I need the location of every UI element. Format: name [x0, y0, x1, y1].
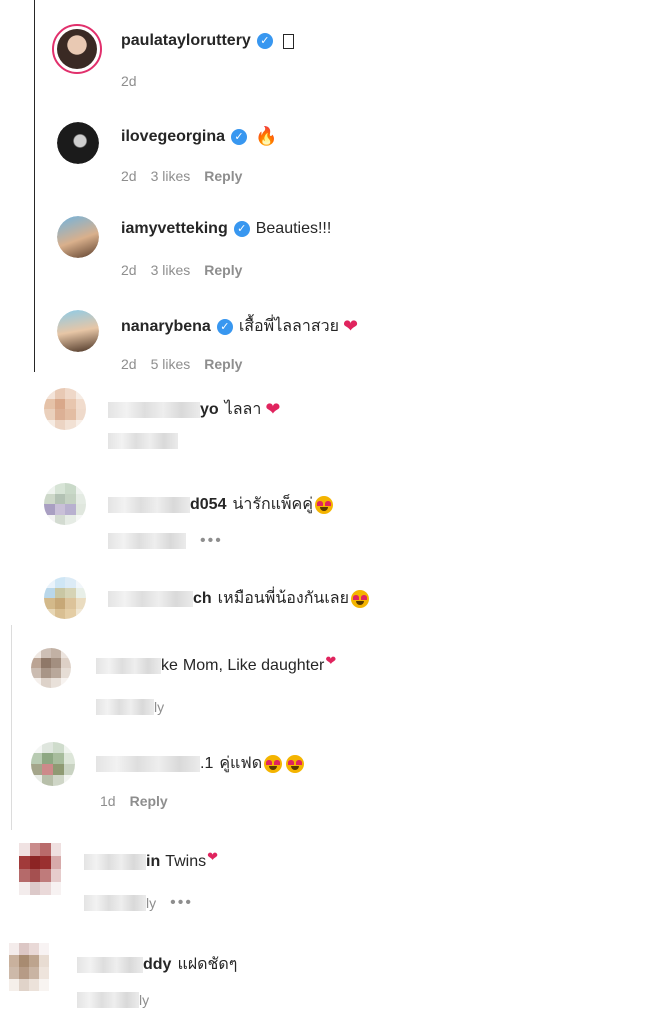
comment-text: Twins — [165, 853, 207, 870]
thread-line — [34, 0, 35, 372]
reply-button[interactable]: Reply — [204, 168, 242, 184]
missing-glyph-icon — [282, 33, 294, 49]
avatar[interactable] — [44, 483, 86, 525]
comment-time: 1d — [100, 793, 116, 809]
comment-username[interactable]: .1 — [200, 755, 213, 773]
reply-button[interactable]: Reply — [204, 262, 242, 278]
avatar[interactable] — [57, 122, 99, 164]
comment-time: 2d — [121, 168, 137, 184]
comment-username[interactable]: ddy — [143, 956, 171, 974]
reply-button[interactable]: Reply — [204, 356, 242, 372]
comment-username[interactable]: ke — [161, 657, 178, 675]
comment-username[interactable]: ilovegeorgina — [121, 128, 225, 146]
comment-text: Mom, Like daughter — [182, 657, 325, 674]
heart-eyes-emoji — [286, 754, 305, 773]
comment-time: 2d — [121, 262, 137, 278]
comment-text: Beauties!!! — [255, 220, 332, 237]
comment-username[interactable]: yo — [200, 401, 219, 419]
comment-time: 2d — [121, 73, 137, 89]
blurred-username — [77, 956, 143, 973]
avatar[interactable] — [31, 648, 71, 688]
red-heart-emoji: ❤ — [265, 399, 281, 419]
verified-badge-icon: ✓ — [233, 221, 250, 237]
blurred-username — [96, 658, 161, 674]
reply-fragment[interactable]: ly — [154, 699, 164, 715]
heart-eyes-emoji — [350, 589, 369, 608]
comment-text: แฝดชัดๆ — [177, 956, 238, 973]
red-heart-emoji: ❤ — [207, 849, 219, 864]
blurred-meta — [108, 433, 178, 449]
red-heart-emoji: ❤ — [342, 316, 359, 336]
avatar[interactable] — [44, 577, 86, 619]
blurred-meta — [84, 895, 146, 911]
avatar[interactable] — [57, 310, 99, 352]
comment-likes[interactable]: 3 likes — [151, 168, 191, 184]
comment-username[interactable]: nanarybena — [121, 318, 211, 336]
heart-eyes-emoji — [314, 495, 333, 514]
verified-badge-icon: ✓ — [256, 33, 273, 49]
red-heart-emoji: ❤ — [325, 653, 337, 668]
blurred-username — [108, 496, 190, 513]
comment-likes[interactable]: 5 likes — [151, 356, 191, 372]
comment-username[interactable]: iamyvetteking — [121, 220, 228, 238]
reply-fragment[interactable]: ly — [139, 992, 149, 1008]
avatar[interactable] — [19, 843, 61, 895]
avatar[interactable] — [31, 742, 75, 786]
heart-eyes-emoji — [264, 754, 283, 773]
verified-badge-icon: ✓ — [231, 128, 248, 145]
blurred-username — [96, 755, 200, 772]
comment-likes[interactable]: 3 likes — [151, 262, 191, 278]
reply-fragment[interactable]: ly — [146, 895, 156, 911]
thread-line — [11, 625, 12, 830]
blurred-meta — [77, 992, 139, 1008]
avatar[interactable] — [9, 943, 49, 991]
comment-text: น่ารักแพ็คคู่ — [232, 496, 313, 513]
blurred-meta — [108, 533, 186, 549]
comment-text: เหมือนพี่น้องกันเลย — [217, 590, 349, 607]
comment-username[interactable]: ch — [193, 590, 212, 608]
avatar[interactable] — [44, 388, 86, 430]
blurred-meta — [96, 699, 154, 715]
comment-username[interactable]: in — [146, 853, 160, 871]
comment-text: เสื้อพี่ไลลาสวย — [238, 318, 339, 335]
comment-username[interactable]: paulatayloruttery — [121, 32, 251, 50]
avatar[interactable] — [52, 24, 102, 74]
comment-text: ไลลา — [224, 401, 262, 418]
more-options-icon[interactable]: ••• — [200, 532, 223, 550]
more-options-icon[interactable]: ••• — [170, 894, 193, 912]
verified-badge-icon: ✓ — [216, 318, 233, 335]
blurred-username — [108, 590, 193, 607]
reply-button[interactable]: Reply — [130, 793, 168, 809]
comment-username[interactable]: d054 — [190, 496, 226, 514]
blurred-username — [84, 854, 146, 870]
comment-time: 2d — [121, 356, 137, 372]
avatar[interactable] — [57, 216, 99, 258]
blurred-username — [108, 401, 200, 418]
fire-emoji: 🔥 — [255, 126, 278, 146]
comment-text: คู่แฟด — [219, 755, 263, 772]
